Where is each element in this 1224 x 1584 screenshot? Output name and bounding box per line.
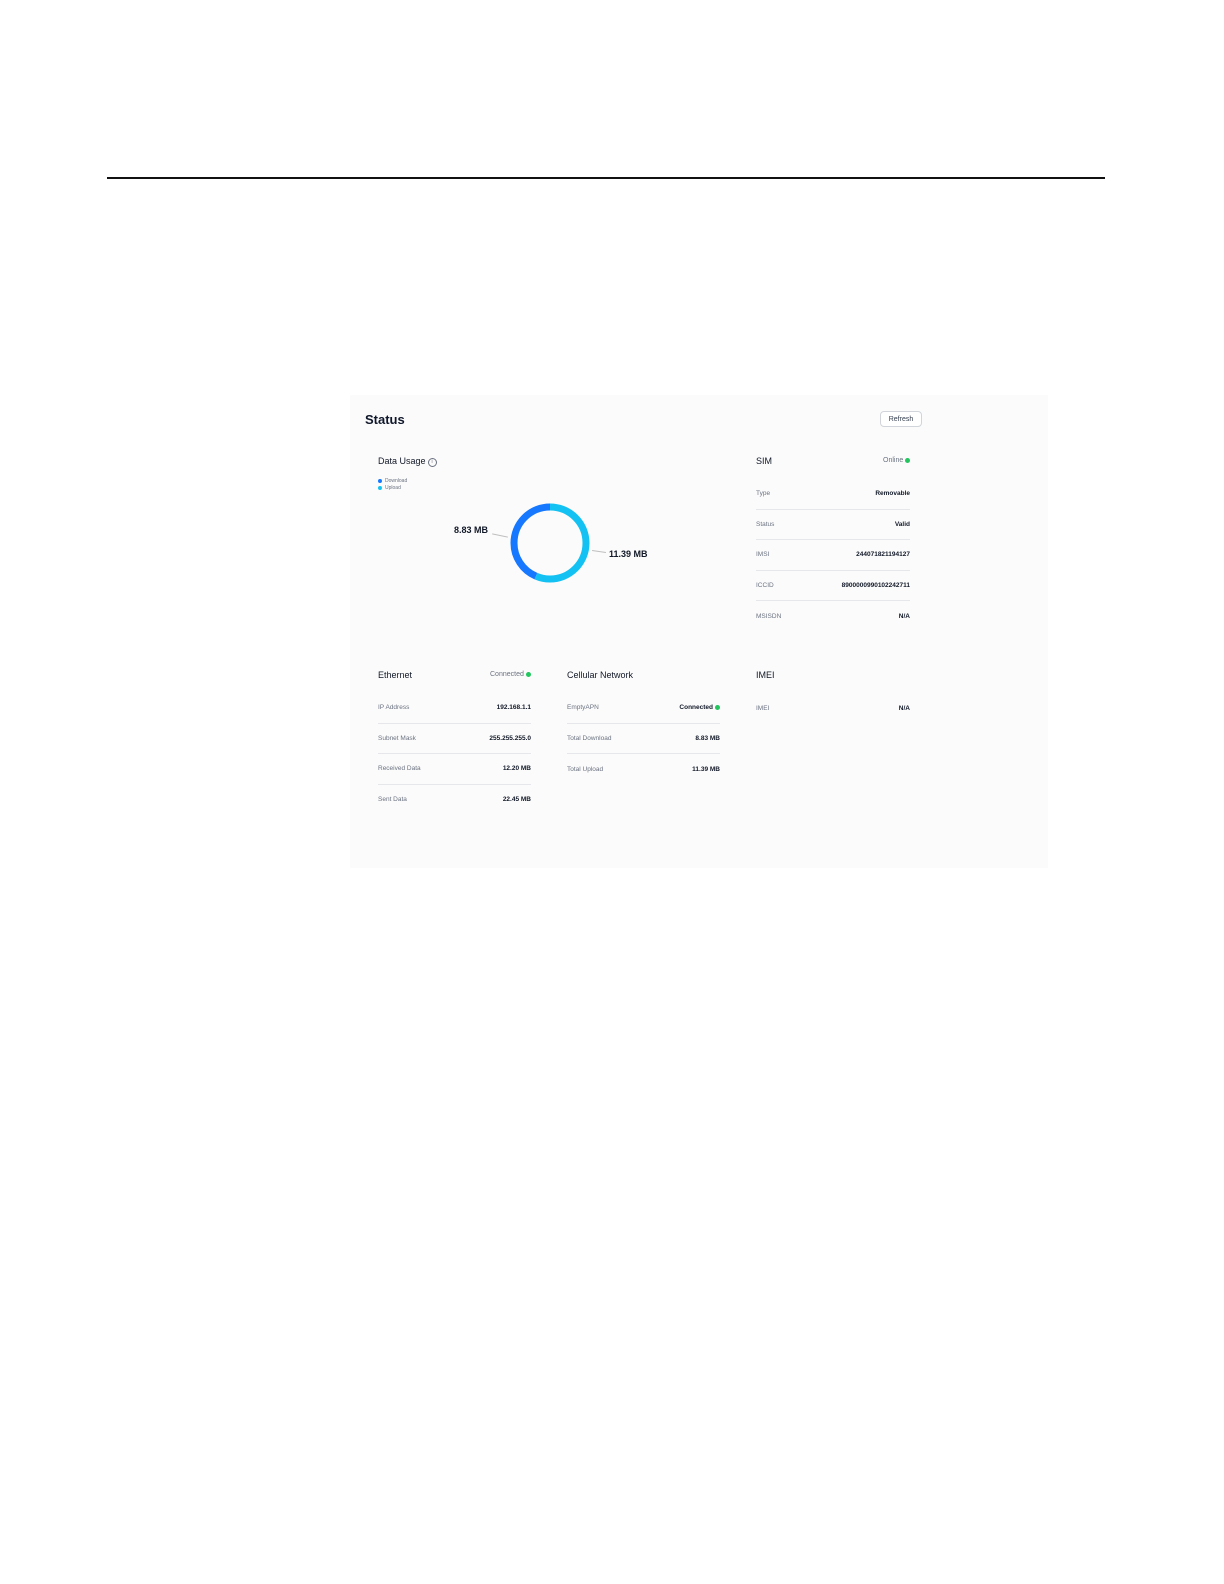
ethernet-row-received: Received Data 12.20 MB bbox=[378, 754, 531, 785]
data-usage-title: Data Usage i bbox=[378, 456, 437, 467]
imei-row: IMEI N/A bbox=[756, 704, 910, 712]
info-circle-icon[interactable]: i bbox=[427, 458, 437, 467]
cellular-row-apn: EmptyAPN Connected bbox=[567, 693, 720, 724]
sim-row-imsi: IMSI 244071821194127 bbox=[756, 540, 910, 571]
data-usage-legend: Download Upload bbox=[378, 477, 407, 491]
data-usage-donut-chart bbox=[510, 503, 590, 583]
connected-dot-icon bbox=[715, 705, 720, 711]
sim-status: Online bbox=[883, 457, 911, 464]
imei-title: IMEI bbox=[756, 670, 775, 680]
sim-title: SIM bbox=[756, 456, 773, 466]
download-value-label: 8.83 MB bbox=[454, 525, 489, 535]
ethernet-row-sent: Sent Data 22.45 MB bbox=[378, 796, 531, 804]
ethernet-row-subnet: Subnet Mask 255.255.255.0 bbox=[378, 724, 531, 754]
connected-dot-icon bbox=[525, 672, 531, 677]
legend-item-upload: Upload bbox=[378, 484, 407, 491]
sim-row-status: Status Valid bbox=[756, 510, 910, 540]
download-dot-icon bbox=[378, 478, 382, 483]
sim-row-type: Type Removable bbox=[756, 479, 910, 510]
online-dot-icon bbox=[905, 458, 911, 463]
legend-item-download: Download bbox=[378, 477, 407, 484]
cellular-title: Cellular Network bbox=[567, 670, 634, 680]
sim-row-iccid: ICCID 8900000990102242711 bbox=[756, 571, 910, 601]
ethernet-title: Ethernet bbox=[378, 670, 413, 680]
cellular-row-upload: Total Upload 11.39 MB bbox=[567, 765, 720, 773]
sim-row-msisdn: MSISDN N/A bbox=[756, 612, 910, 620]
ethernet-status: Connected bbox=[490, 671, 531, 678]
upload-value-label: 11.39 MB bbox=[609, 549, 648, 559]
cellular-row-download: Total Download 8.83 MB bbox=[567, 724, 720, 754]
status-panel: Status Refresh Data Usage i Download Uplo… bbox=[350, 395, 1048, 868]
ethernet-row-ip: IP Address 192.168.1.1 bbox=[378, 693, 531, 724]
upload-dot-icon bbox=[378, 485, 382, 490]
page-title: Status bbox=[365, 412, 405, 427]
page-header-rule bbox=[107, 177, 1105, 179]
refresh-button[interactable]: Refresh bbox=[880, 411, 922, 427]
